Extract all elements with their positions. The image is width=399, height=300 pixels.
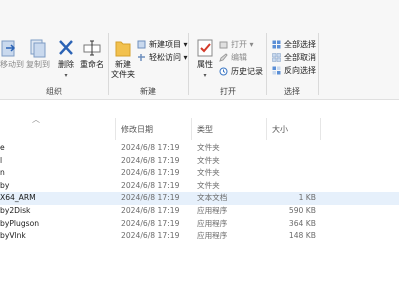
file-type: 应用程序 (197, 218, 228, 228)
rename-icon (82, 38, 102, 58)
move-to-icon (0, 38, 24, 58)
column-header-type[interactable]: 类型 (197, 124, 213, 135)
select-none-button[interactable]: 全部取消 (272, 52, 316, 63)
table-row[interactable]: byPlugson 2024/6/8 17:19 应用程序 364 KB (0, 218, 399, 231)
select-all-label: 全部选择 (284, 40, 316, 49)
history-label: 历史记录 (231, 67, 263, 76)
file-name: byPlugson (0, 218, 40, 228)
history-button[interactable]: 历史记录 (219, 66, 263, 77)
open-icon (219, 40, 228, 49)
divider (188, 33, 189, 95)
column-divider[interactable] (115, 118, 116, 140)
file-name: by (0, 180, 10, 190)
file-size: 148 KB (288, 231, 316, 241)
organize-group-label: 组织 (46, 87, 62, 96)
new-group-label: 新建 (140, 87, 156, 96)
invert-selection-label: 反向选择 (284, 66, 316, 75)
select-none-label: 全部取消 (284, 53, 316, 62)
file-type: 文件夹 (197, 180, 220, 190)
divider (108, 33, 109, 95)
table-row[interactable]: by2Disk 2024/6/8 17:19 应用程序 590 KB (0, 205, 399, 218)
column-header-row: ︿ 修改日期 类型 大小 (0, 112, 399, 142)
file-date: 2024/6/8 17:19 (121, 155, 180, 165)
ribbon: 移动到 复制到 删除 ▾ 重命名 组织 新建 文件夹 新建项目 ▾ 轻松访问 ▾… (0, 0, 399, 100)
table-row[interactable]: n 2024/6/8 17:19 文件夹 (0, 167, 399, 180)
file-name: byVlnk (0, 231, 26, 241)
table-row[interactable]: byVlnk 2024/6/8 17:19 应用程序 148 KB (0, 230, 399, 243)
chevron-down-icon: ▾ (203, 72, 207, 79)
file-list: e 2024/6/8 17:19 文件夹 l 2024/6/8 17:19 文件… (0, 142, 399, 243)
open-group-label: 打开 (220, 87, 236, 96)
file-name: e (0, 143, 5, 152)
move-to-button[interactable]: 移动到 (0, 38, 24, 70)
divider (318, 33, 319, 95)
file-name: n (0, 168, 5, 178)
column-divider[interactable] (320, 118, 321, 140)
new-folder-icon (115, 38, 131, 58)
divider (266, 33, 267, 95)
edit-icon (219, 53, 228, 62)
file-date: 2024/6/8 17:19 (121, 180, 180, 190)
file-type: 文本文档 (197, 193, 228, 203)
file-date: 2024/6/8 17:19 (121, 143, 180, 152)
file-date: 2024/6/8 17:19 (121, 231, 180, 241)
open-button[interactable]: 打开 ▾ (219, 39, 254, 50)
file-date: 2024/6/8 17:19 (121, 193, 180, 203)
select-all-button[interactable]: 全部选择 (272, 39, 316, 50)
column-divider[interactable] (266, 118, 267, 140)
delete-button[interactable]: 删除 ▾ (55, 38, 77, 79)
history-icon (219, 67, 228, 76)
file-type: 文件夹 (197, 168, 220, 178)
sort-up-icon: ︿ (32, 115, 40, 124)
file-type: 文件夹 (197, 143, 220, 152)
invert-selection-icon (272, 66, 281, 75)
new-folder-button[interactable]: 新建 文件夹 (110, 38, 136, 80)
file-name: X64_ARM (0, 193, 36, 203)
file-size: 364 KB (288, 218, 316, 228)
select-none-icon (272, 53, 281, 62)
select-group-label: 选择 (284, 87, 300, 96)
move-to-label: 移动到 (0, 60, 24, 69)
delete-label: 删除 (58, 60, 74, 69)
new-item-label: 新建项目 ▾ (149, 40, 188, 49)
properties-button[interactable]: 属性 ▾ (193, 38, 217, 79)
easy-access-button[interactable]: 轻松访问 ▾ (137, 52, 188, 63)
properties-label: 属性 (197, 60, 213, 69)
easy-access-label: 轻松访问 ▾ (149, 53, 188, 62)
file-name: l (0, 155, 3, 165)
column-header-date[interactable]: 修改日期 (121, 124, 153, 135)
file-date: 2024/6/8 17:19 (121, 218, 180, 228)
column-divider[interactable] (191, 118, 192, 140)
file-type: 应用程序 (197, 231, 228, 241)
rename-label: 重命名 (80, 60, 104, 69)
easy-access-icon (137, 53, 146, 62)
chevron-down-icon: ▾ (64, 72, 68, 79)
open-label: 打开 ▾ (231, 40, 254, 49)
file-type: 应用程序 (197, 205, 228, 215)
table-row[interactable]: by 2024/6/8 17:19 文件夹 (0, 180, 399, 193)
delete-x-icon (57, 38, 75, 58)
copy-to-label: 复制到 (26, 60, 50, 69)
table-row-selected[interactable]: X64_ARM 2024/6/8 17:19 文本文档 1 KB (0, 192, 399, 205)
file-size: 590 KB (288, 205, 316, 215)
file-size: 1 KB (298, 193, 316, 203)
file-date: 2024/6/8 17:19 (121, 168, 180, 178)
new-folder-label: 新建 文件夹 (111, 60, 135, 79)
column-header-size[interactable]: 大小 (272, 124, 288, 135)
copy-to-icon (29, 38, 47, 58)
copy-to-button[interactable]: 复制到 (24, 38, 52, 70)
edit-button[interactable]: 编辑 (219, 52, 247, 63)
rename-button[interactable]: 重命名 (79, 38, 105, 70)
new-item-icon (137, 40, 146, 49)
file-date: 2024/6/8 17:19 (121, 205, 180, 215)
properties-icon (196, 38, 214, 58)
edit-label: 编辑 (231, 53, 247, 62)
table-row[interactable]: e 2024/6/8 17:19 文件夹 (0, 142, 399, 155)
table-row[interactable]: l 2024/6/8 17:19 文件夹 (0, 155, 399, 168)
new-item-button[interactable]: 新建项目 ▾ (137, 39, 188, 50)
invert-selection-button[interactable]: 反向选择 (272, 65, 316, 76)
file-type: 文件夹 (197, 155, 220, 165)
file-name: by2Disk (0, 205, 31, 215)
select-all-icon (272, 40, 281, 49)
